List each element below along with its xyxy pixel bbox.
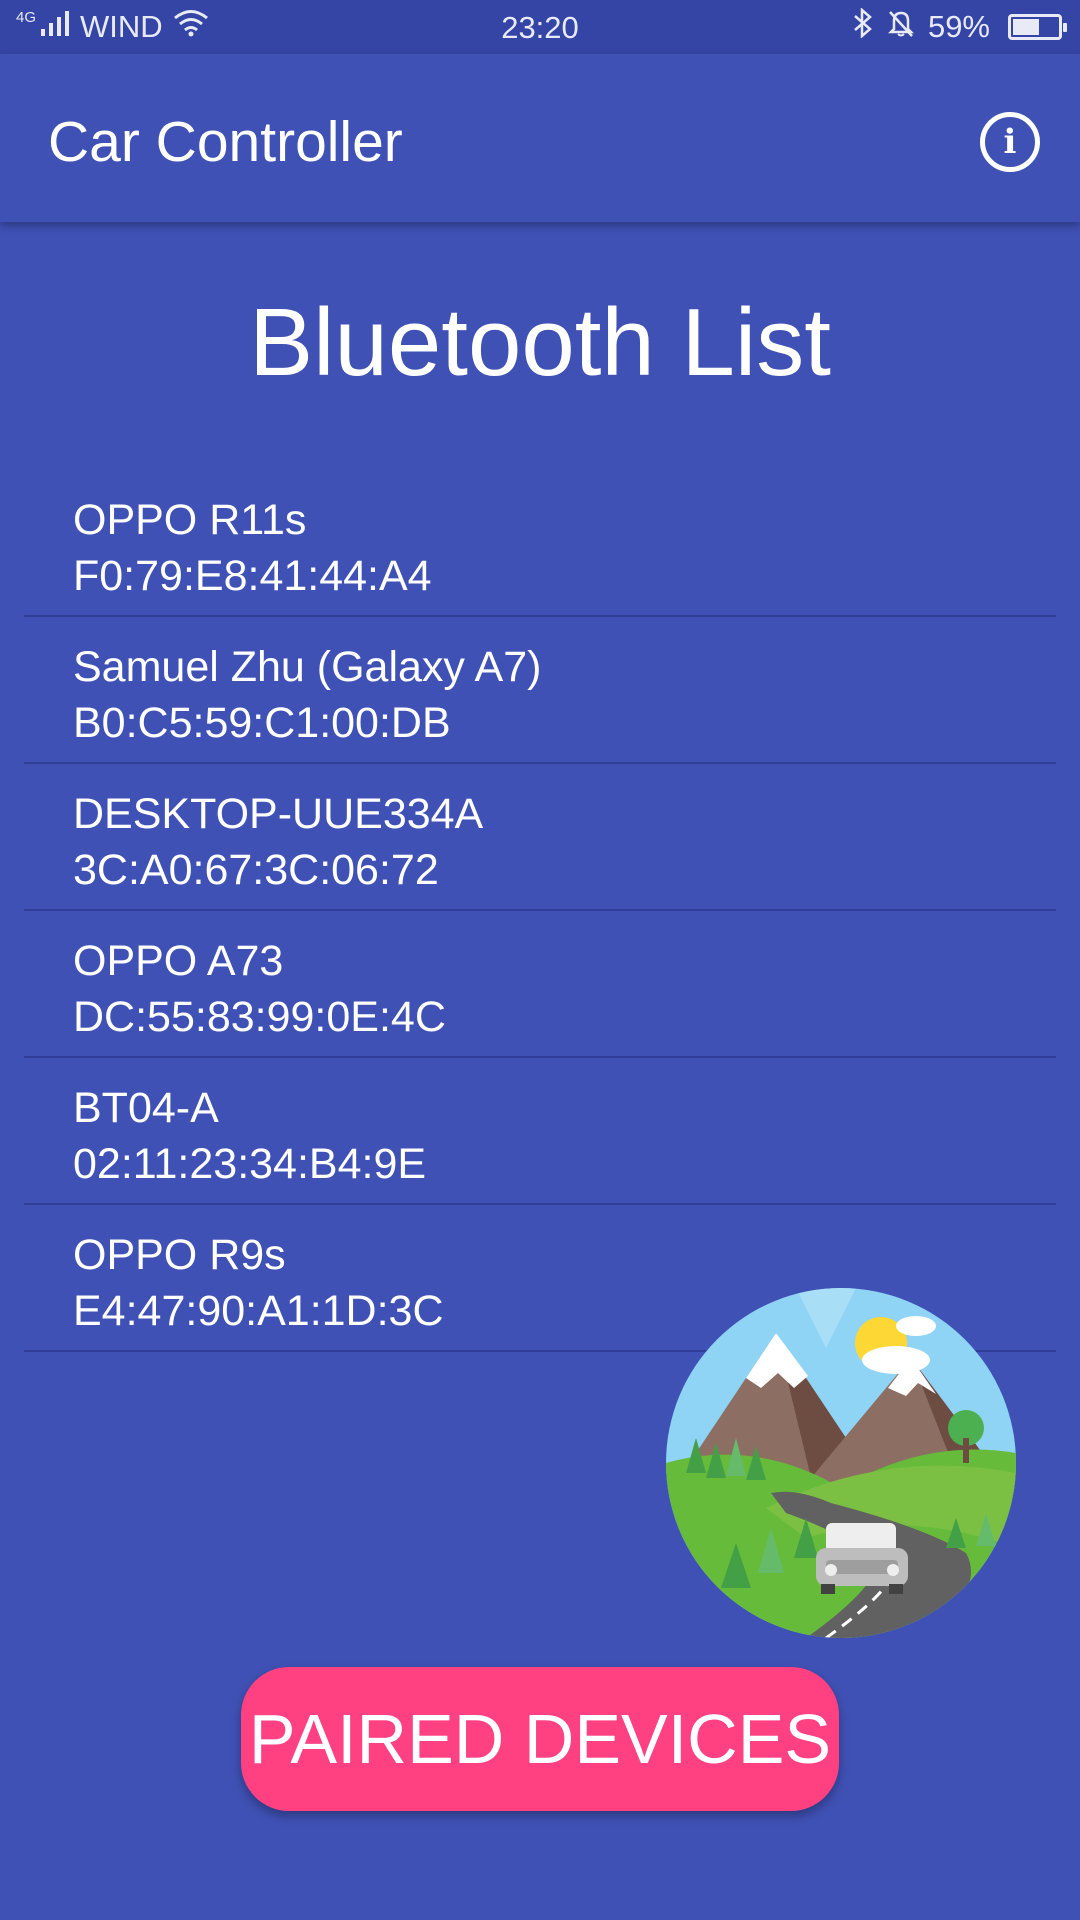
battery-percent: 59% [927,9,990,44]
device-name: OPPO R9s [73,1231,286,1279]
device-name: BT04-A [73,1084,219,1132]
device-name: OPPO R11s [73,496,307,544]
list-item[interactable]: OPPO R11s F0:79:E8:41:44:A4 [24,470,1056,617]
list-item[interactable]: OPPO A73 DC:55:83:99:0E:4C [24,911,1056,1058]
mute-bell-icon [886,8,916,46]
device-name: DESKTOP-UUE334A [73,790,484,838]
car-landscape-illustration [666,1288,1016,1638]
list-item[interactable]: DESKTOP-UUE334A 3C:A0:67:3C:06:72 [24,764,1056,911]
list-item[interactable]: Samuel Zhu (Galaxy A7) B0:C5:59:C1:00:DB [24,617,1056,764]
bluetooth-icon [852,7,874,46]
device-mac: DC:55:83:99:0E:4C [73,993,446,1041]
device-list: OPPO R11s F0:79:E8:41:44:A4 Samuel Zhu (… [24,470,1056,1352]
app-bar: Car Controller i [0,54,1080,222]
device-mac: B0:C5:59:C1:00:DB [73,699,451,747]
paired-devices-button[interactable]: PAIRED DEVICES [241,1667,839,1811]
info-icon[interactable]: i [980,112,1040,172]
device-mac: 3C:A0:67:3C:06:72 [73,846,439,894]
battery-fill [1013,19,1039,35]
list-item[interactable]: BT04-A 02:11:23:34:B4:9E [24,1058,1056,1205]
battery-icon [1008,14,1067,40]
page-title: Bluetooth List [249,289,831,396]
device-mac: 02:11:23:34:B4:9E [73,1140,427,1188]
status-bar: 4G WIND 23:20 59% [0,0,1080,54]
device-name: OPPO A73 [73,937,284,985]
device-name: Samuel Zhu (Galaxy A7) [73,643,542,691]
device-mac: F0:79:E8:41:44:A4 [73,552,432,600]
status-right: 59% [852,0,1067,54]
app-title: Car Controller [48,110,403,174]
